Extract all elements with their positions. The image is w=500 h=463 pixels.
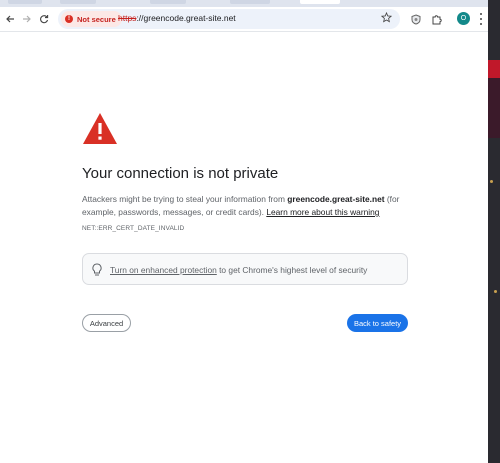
forward-button[interactable]	[20, 12, 34, 26]
browser-menu-button[interactable]	[478, 12, 484, 26]
url-host: ://greencode.great-site.net	[136, 13, 236, 23]
reload-icon	[40, 15, 49, 24]
url-scheme: https	[118, 13, 137, 23]
browser-toolbar: ! Not secure https://greencode.great-sit…	[0, 7, 488, 32]
forward-arrow-icon	[23, 15, 31, 23]
warning-description: Attackers might be trying to steal your …	[82, 193, 412, 219]
tab[interactable]	[60, 0, 96, 4]
tab-strip	[0, 0, 488, 7]
learn-more-link[interactable]: Learn more about this warning	[266, 207, 379, 217]
desktop-background	[488, 0, 500, 463]
tab[interactable]	[8, 0, 42, 4]
reload-button[interactable]	[37, 12, 51, 26]
tab[interactable]	[150, 0, 186, 4]
error-code[interactable]: NET::ERR_CERT_DATE_INVALID	[82, 225, 184, 232]
back-arrow-icon	[6, 15, 14, 23]
back-button[interactable]	[3, 12, 17, 26]
address-bar[interactable]: ! Not secure https://greencode.great-sit…	[58, 9, 400, 29]
url-text[interactable]: https://greencode.great-site.net	[118, 13, 236, 23]
password-manager-button[interactable]	[409, 12, 423, 26]
tab-active[interactable]	[300, 0, 340, 4]
extensions-icon	[432, 14, 442, 24]
enhanced-protection-banner: Turn on enhanced protection to get Chrom…	[82, 253, 408, 285]
bookmark-star-button[interactable]	[380, 11, 393, 26]
security-chip[interactable]: ! Not secure	[61, 11, 122, 27]
description-prefix: Attackers might be trying to steal your …	[82, 194, 288, 204]
profile-avatar[interactable]: O	[457, 12, 470, 25]
advanced-button[interactable]: Advanced	[82, 314, 131, 332]
back-to-safety-button[interactable]: Back to safety	[347, 314, 408, 332]
tab[interactable]	[230, 0, 270, 4]
warning-triangle-icon	[83, 113, 117, 144]
shield-icon	[411, 13, 421, 25]
security-chip-label: Not secure	[77, 14, 116, 24]
warning-circle-icon: !	[65, 15, 73, 23]
enhanced-protection-suffix: to get Chrome's highest level of securit…	[216, 265, 368, 275]
page-title: Your connection is not private	[82, 165, 279, 182]
star-icon	[380, 11, 393, 23]
extensions-button[interactable]	[429, 12, 443, 26]
enhanced-protection-text: Turn on enhanced protection to get Chrom…	[110, 265, 367, 275]
site-host: greencode.great-site.net	[287, 194, 385, 204]
enhanced-protection-link[interactable]: Turn on enhanced protection	[110, 265, 217, 275]
lightbulb-icon	[92, 263, 102, 276]
